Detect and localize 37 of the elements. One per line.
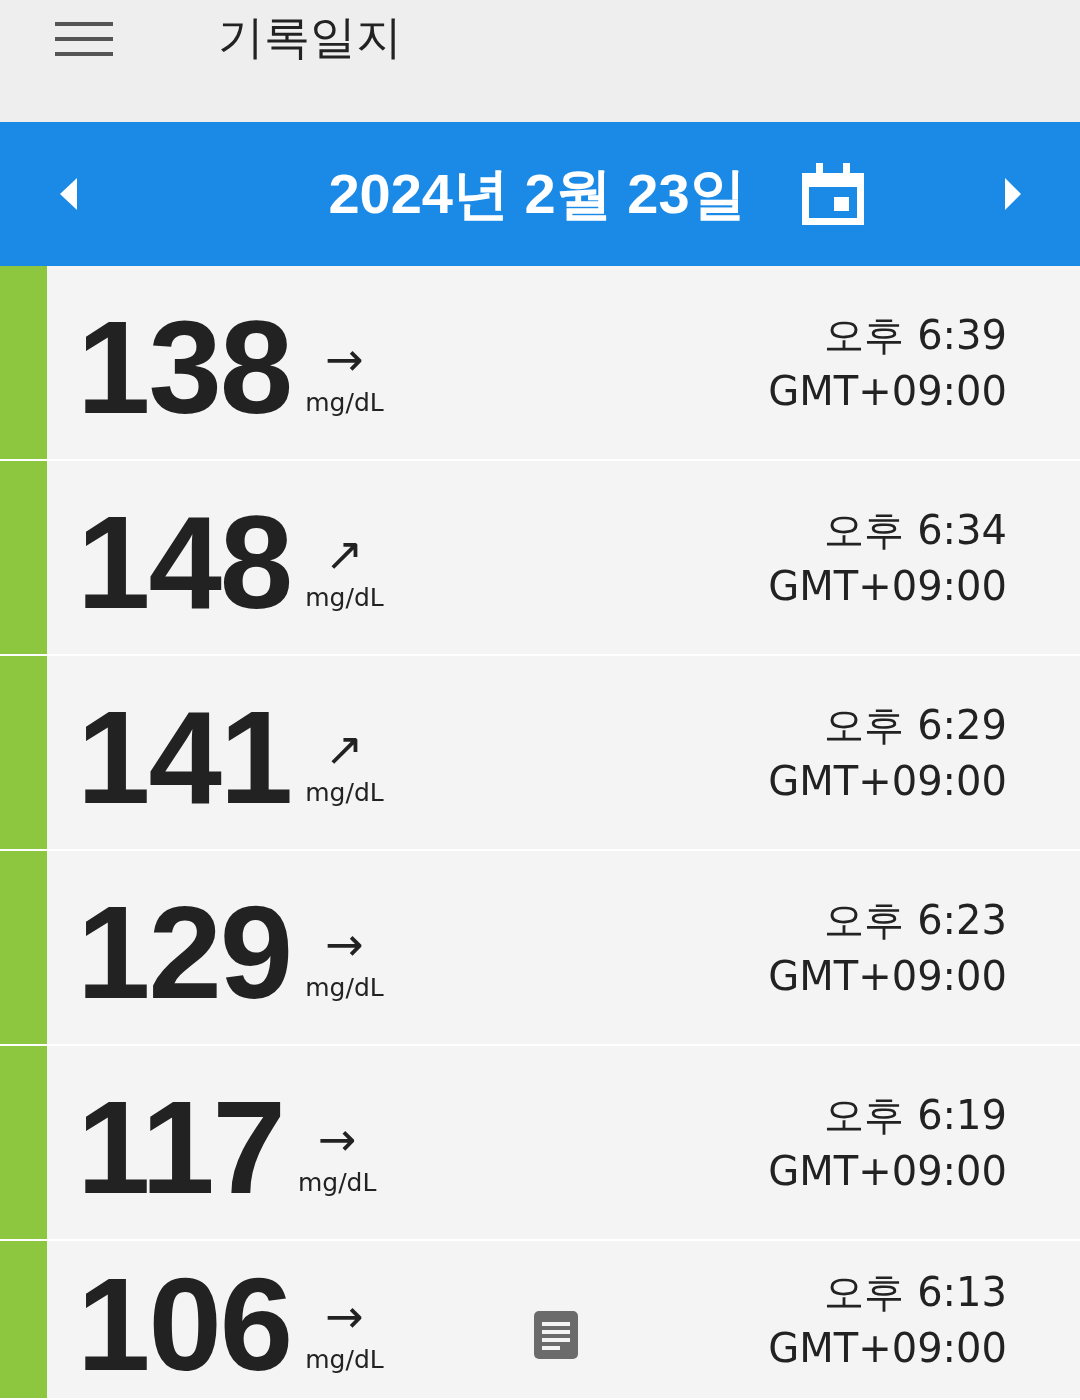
unit-label: mg/dL xyxy=(305,780,384,805)
time-label: 오후 6:39 xyxy=(824,310,1007,360)
time-label: 오후 6:19 xyxy=(824,1090,1007,1140)
glucose-value: 117 xyxy=(77,1081,284,1214)
calendar-icon[interactable] xyxy=(801,163,864,225)
timezone-label: GMT+09:00 xyxy=(768,1146,1007,1196)
unit-label: mg/dL xyxy=(305,390,384,415)
unit-label: mg/dL xyxy=(305,1347,384,1372)
unit-label: mg/dL xyxy=(297,1170,377,1195)
timezone-label: GMT+09:00 xyxy=(768,366,1007,416)
time-label: 오후 6:23 xyxy=(824,895,1007,945)
unit-label: mg/dL xyxy=(305,975,384,1000)
glucose-value: 138 xyxy=(77,301,292,434)
date-label: 2024년 2월 23일 xyxy=(328,161,746,227)
timezone-label: GMT+09:00 xyxy=(768,951,1007,1001)
next-day-icon[interactable] xyxy=(1004,178,1022,210)
page-title: 기록일지 xyxy=(218,14,402,60)
glucose-value: 141 xyxy=(77,691,292,824)
trend-arrow: → xyxy=(325,1293,364,1339)
note-icon[interactable] xyxy=(534,1310,578,1359)
unit-label: mg/dL xyxy=(305,585,384,610)
glucose-value: 148 xyxy=(77,496,292,629)
trend-arrow: ↗ xyxy=(325,726,364,772)
timezone-label: GMT+09:00 xyxy=(768,561,1007,611)
time-label: 오후 6:13 xyxy=(824,1267,1007,1317)
time-label: 오후 6:29 xyxy=(824,700,1007,750)
trend-arrow: → xyxy=(325,336,364,382)
trend-arrow: ↗ xyxy=(325,531,364,577)
trend-arrow: → xyxy=(325,921,364,967)
timezone-label: GMT+09:00 xyxy=(768,756,1007,806)
timezone-label: GMT+09:00 xyxy=(768,1323,1007,1373)
glucose-value: 106 xyxy=(77,1258,292,1391)
previous-day-icon[interactable] xyxy=(60,178,78,210)
menu-icon[interactable] xyxy=(55,22,113,56)
trend-arrow: → xyxy=(317,1116,357,1162)
time-label: 오후 6:34 xyxy=(824,505,1007,555)
glucose-value: 129 xyxy=(77,886,292,1019)
